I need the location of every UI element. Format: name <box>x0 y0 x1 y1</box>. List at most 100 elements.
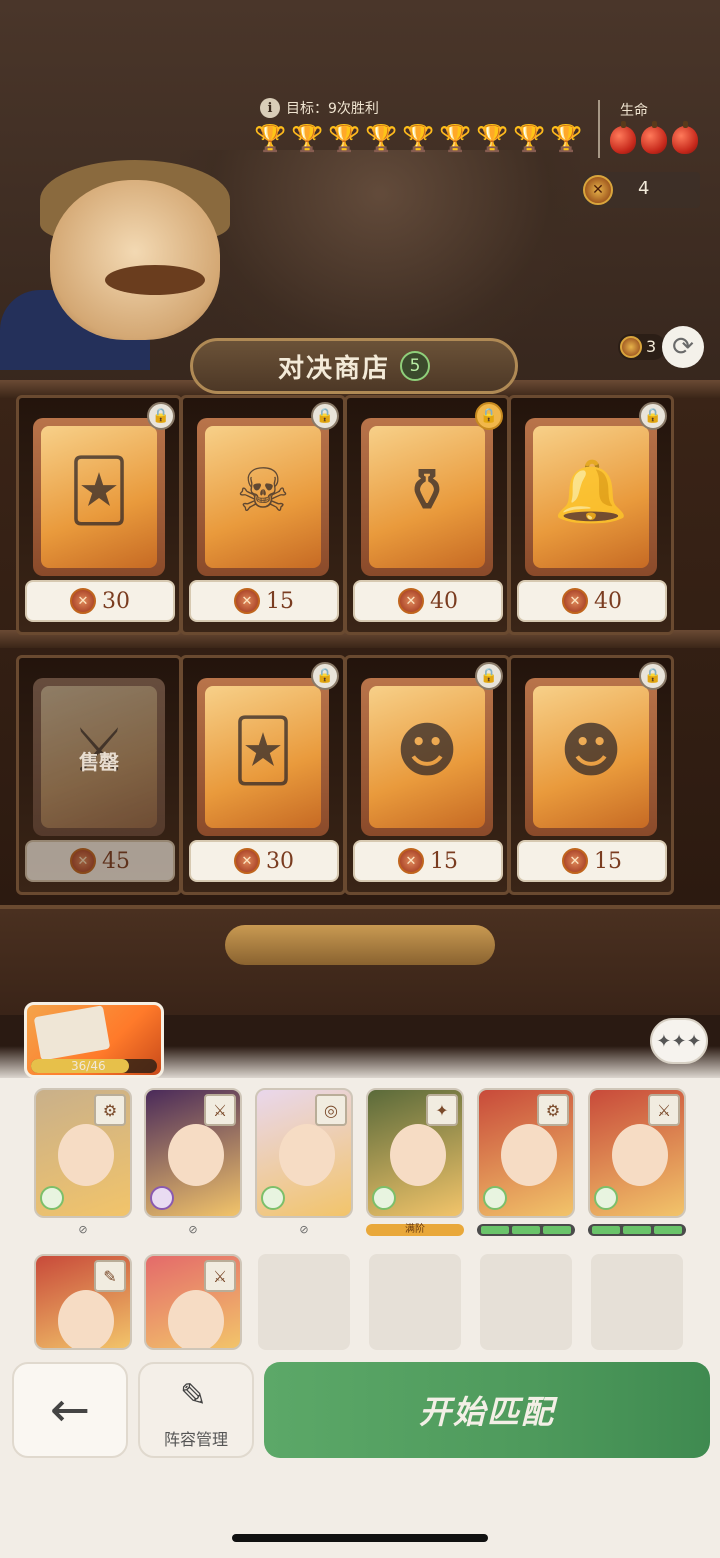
lock-icon[interactable]: 🔒 <box>475 662 503 690</box>
team-hero-card[interactable]: ⚙ <box>34 1088 132 1218</box>
price-value: 40 <box>430 588 458 614</box>
shop-title-plaque: 对决商店 5 <box>190 338 518 394</box>
lock-icon[interactable]: 🔒 <box>147 402 175 430</box>
lock-icon[interactable]: 🔒 <box>311 662 339 690</box>
shop-card-hero[interactable]: ☻ <box>525 678 657 836</box>
shop-card-hero[interactable]: ☻ <box>361 678 493 836</box>
team-hero-card[interactable]: ◎ <box>255 1088 353 1218</box>
price-value: 45 <box>102 848 130 874</box>
hero-portrait <box>612 1124 668 1186</box>
equipped-item-icon: ⚔ <box>204 1260 236 1292</box>
sold-out-label: 售罄 <box>79 750 119 774</box>
price-value: 30 <box>102 588 130 614</box>
hud-divider <box>598 100 600 158</box>
shop-card-item[interactable]: 🔔 <box>525 418 657 576</box>
shop-card-card-pack[interactable]: 🃏 <box>197 678 329 836</box>
coin-icon: ✕ <box>234 588 260 614</box>
hero-icon: ☻ <box>559 716 623 786</box>
max-rank-badge: 满阶 <box>366 1224 464 1236</box>
trophy-icon: 🏆 <box>550 124 583 154</box>
trophy-icon: 🏆 <box>254 124 287 154</box>
shop-slot[interactable]: ☻ 🔒 ✕ 15 <box>508 655 674 895</box>
goal-text: 目标：9次胜利 <box>286 101 379 117</box>
price-value: 30 <box>266 848 294 874</box>
shop-slot[interactable]: 🃏 🔒 ✕ 30 <box>16 395 182 635</box>
back-button[interactable]: ← <box>12 1362 128 1458</box>
coin-icon: ✕ <box>583 175 613 205</box>
empty-team-slot[interactable] <box>591 1254 683 1350</box>
lock-icon[interactable]: 🔒 <box>475 402 503 430</box>
no-upgrade-icon: ⊘ <box>188 1223 198 1236</box>
hero-portrait <box>168 1290 224 1348</box>
trophy-icon: 🏆 <box>476 124 509 154</box>
card-art: 🔔 <box>533 426 649 568</box>
team-manage-label: 阵容管理 <box>163 1430 228 1449</box>
team-hero-card[interactable]: ✦ <box>366 1088 464 1218</box>
home-indicator[interactable] <box>232 1534 488 1542</box>
trophy-icon: 🏆 <box>365 124 398 154</box>
team-hero-card[interactable]: ⚔ <box>144 1254 242 1350</box>
team-hero-card[interactable]: ✎ <box>34 1254 132 1350</box>
apple-life-icon <box>641 121 667 154</box>
goal-indicator[interactable]: i 目标：9次胜利 <box>260 98 379 118</box>
map-progress-card[interactable]: 36/46 <box>24 1002 164 1078</box>
rank-bar <box>543 1226 571 1234</box>
card-art: ☻ <box>533 686 649 828</box>
rank-bar <box>592 1226 620 1234</box>
shop-slot[interactable]: 🔔 🔒 ✕ 40 <box>508 395 674 635</box>
chat-icon[interactable]: ✦✦✦ <box>650 1018 708 1064</box>
coin-icon: ✕ <box>562 588 588 614</box>
lives-row <box>610 121 698 154</box>
rank-bar <box>481 1226 509 1234</box>
info-icon[interactable]: i <box>260 98 280 118</box>
shop-slot[interactable]: ⚔ 售罄 ✕ 45 <box>16 655 182 895</box>
team-manage-button[interactable]: ✎ 阵容管理 <box>138 1362 254 1458</box>
price-tag: ✕ 15 <box>189 580 339 622</box>
faction-icon <box>372 1186 396 1210</box>
price-tag: ✕ 40 <box>517 580 667 622</box>
shop-slot[interactable]: ☠ 🔒 ✕ 15 <box>180 395 346 635</box>
rank-bar <box>654 1226 682 1234</box>
refresh-icon[interactable]: ⟳ <box>662 326 704 368</box>
shop-card-card-pack[interactable]: 🃏 <box>33 418 165 576</box>
hero-portrait <box>58 1290 114 1348</box>
trophy-row: 🏆 🏆 🏆 🏆 🏆 🏆 🏆 🏆 🏆 <box>254 124 583 154</box>
shop-title: 对决商店 <box>277 353 390 384</box>
shop-slot[interactable]: 🃏 🔒 ✕ 30 <box>180 655 346 895</box>
throne-backdrop <box>180 150 580 370</box>
hero-icon: ☻ <box>395 716 459 786</box>
empty-team-slot[interactable] <box>258 1254 350 1350</box>
shop-card-hero[interactable]: ☠ <box>197 418 329 576</box>
coin-icon: ✕ <box>70 848 96 874</box>
faction-icon <box>261 1186 285 1210</box>
card-pack-icon: 🃏 <box>68 456 130 526</box>
empty-team-slot[interactable] <box>369 1254 461 1350</box>
card-art: 🃏 <box>41 426 157 568</box>
lock-icon[interactable]: 🔒 <box>311 402 339 430</box>
price-tag: ✕ 30 <box>25 580 175 622</box>
team-hero-card[interactable]: ⚔ <box>144 1088 242 1218</box>
drawer-plaque <box>225 925 495 965</box>
shop-card-item[interactable]: ⚱ <box>361 418 493 576</box>
refresh-control[interactable]: 3 ⟳ <box>612 326 704 368</box>
hero-portrait <box>279 1124 335 1186</box>
lock-icon[interactable]: 🔒 <box>639 402 667 430</box>
price-tag: ✕ 40 <box>353 580 503 622</box>
trophy-icon: 🏆 <box>328 124 361 154</box>
trophy-icon: 🏆 <box>439 124 472 154</box>
hero-portrait <box>58 1124 114 1186</box>
start-match-button[interactable]: 开始匹配 <box>264 1362 710 1458</box>
shop-slot[interactable]: ☻ 🔒 ✕ 15 <box>344 655 510 895</box>
rank-bar <box>512 1226 540 1234</box>
equipped-item-icon: ⚔ <box>204 1094 236 1126</box>
faction-icon <box>40 1186 64 1210</box>
hero-icon: ☠ <box>236 456 290 526</box>
back-arrow-icon: ← <box>49 1382 91 1438</box>
shop-slot[interactable]: ⚱ 🔒 ✕ 40 <box>344 395 510 635</box>
empty-team-slot[interactable] <box>480 1254 572 1350</box>
shop-level-badge: 5 <box>400 351 430 381</box>
team-hero-card[interactable]: ⚙ <box>477 1088 575 1218</box>
lock-icon[interactable]: 🔒 <box>639 662 667 690</box>
hero-portrait <box>390 1124 446 1186</box>
team-hero-card[interactable]: ⚔ <box>588 1088 686 1218</box>
